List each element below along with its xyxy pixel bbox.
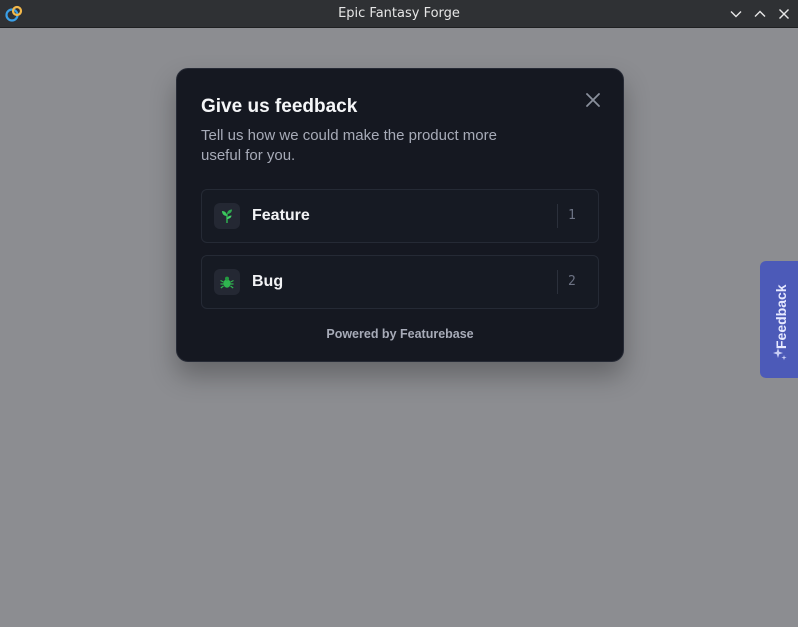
bug-option-label: Bug [252, 273, 284, 290]
minimize-button[interactable] [726, 4, 746, 24]
plant-icon [214, 203, 240, 229]
bug-icon [214, 269, 240, 295]
chevron-up-icon [754, 10, 766, 17]
modal-close-button[interactable] [582, 89, 604, 111]
window-close-button[interactable] [774, 4, 794, 24]
bug-shortcut-key: 2 [568, 274, 576, 289]
close-icon [586, 93, 600, 107]
feature-option-label: Feature [252, 207, 310, 224]
option-divider [557, 204, 558, 228]
chevron-down-icon [730, 11, 742, 18]
modal-subtitle: Tell us how we could make the product mo… [201, 127, 497, 164]
window-title: Epic Fantasy Forge [338, 6, 460, 21]
feedback-modal: Give us feedback Tell us how we could ma… [176, 68, 624, 362]
powered-by-link[interactable]: Powered by Featurebase [177, 327, 623, 341]
feedback-tab-label: Feedback [773, 284, 789, 349]
close-icon [779, 9, 789, 19]
window-controls [726, 4, 794, 24]
window-titlebar: Epic Fantasy Forge [0, 0, 798, 28]
feature-option-button[interactable]: Feature 1 [201, 189, 599, 243]
modal-title: Give us feedback [201, 96, 358, 117]
maximize-button[interactable] [750, 4, 770, 24]
feedback-tab-button[interactable]: Feedback [760, 261, 798, 378]
sparkle-icon [773, 348, 787, 361]
bug-option-button[interactable]: Bug 2 [201, 255, 599, 309]
option-divider [557, 270, 558, 294]
feature-shortcut-key: 1 [568, 208, 576, 223]
